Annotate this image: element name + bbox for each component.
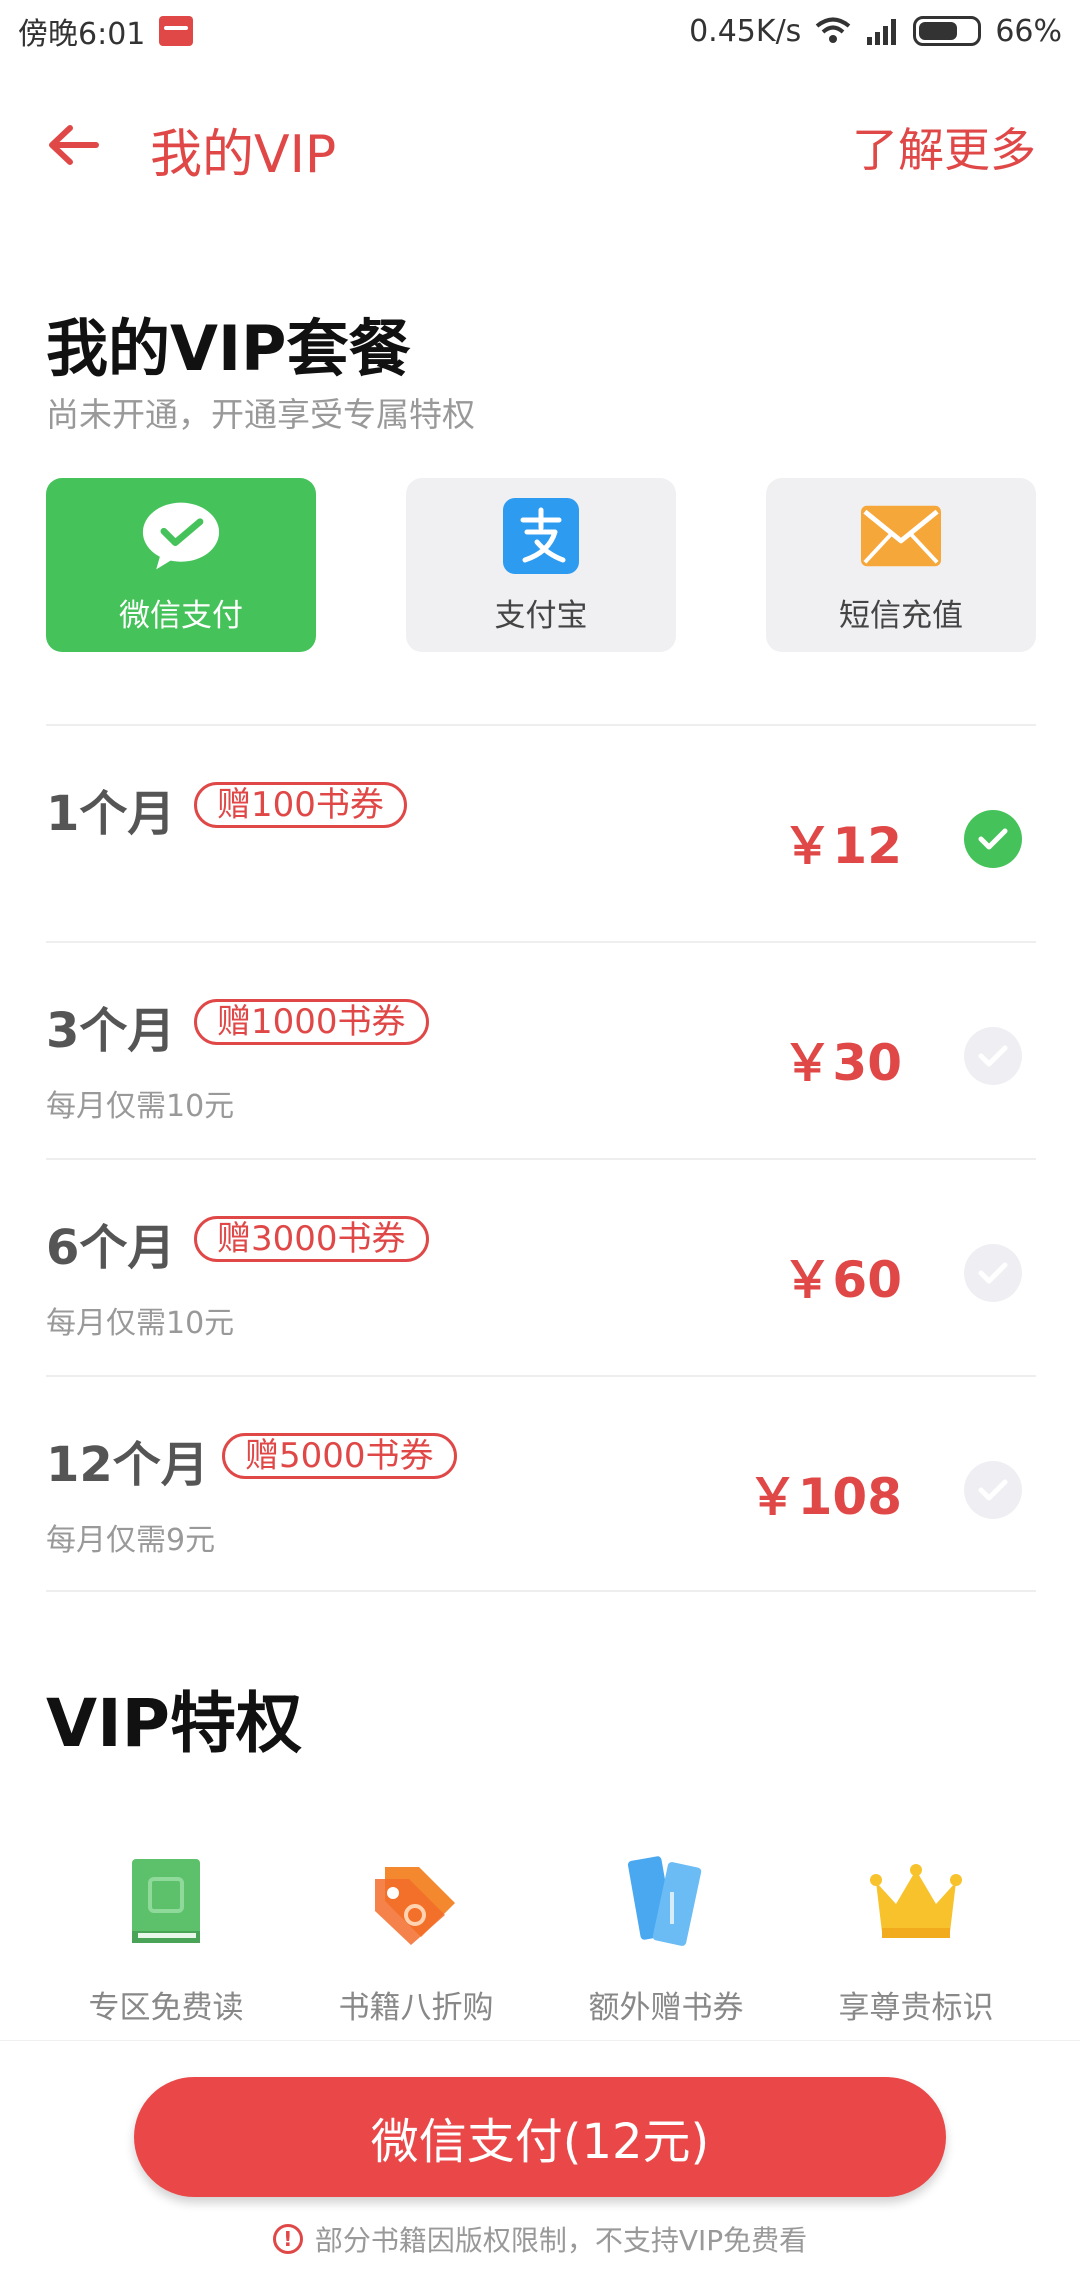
- gift-coupon-badge: 赠1000书券: [194, 999, 429, 1045]
- plan-12-months[interactable]: 12个月 赠5000书券 每月仅需9元 ￥108: [46, 1375, 1036, 1592]
- plan-note: 每月仅需10元: [46, 1089, 235, 1124]
- learn-more-link[interactable]: 了解更多: [852, 114, 1036, 180]
- alipay-icon: [501, 496, 581, 576]
- vip-package-subtitle: 尚未开通，开通享受专属特权: [46, 395, 475, 434]
- plan-note: 每月仅需9元: [46, 1523, 216, 1558]
- plan-1-month[interactable]: 1个月 赠100书券 ￥12: [46, 724, 1036, 941]
- vip-plan-list: 1个月 赠100书券 ￥12 3个月 赠1000书券 每月仅需10元 ￥30 6…: [46, 724, 1036, 1592]
- status-bar-right: 0.45K/s 66%: [689, 14, 1062, 49]
- copyright-notice-text: 部分书籍因版权限制，不支持VIP免费看: [314, 2224, 808, 2257]
- plan-6-months[interactable]: 6个月 赠3000书券 每月仅需10元 ￥60: [46, 1158, 1036, 1375]
- sms-envelope-icon: [861, 496, 941, 576]
- payment-wechat-label: 微信支付: [119, 597, 243, 634]
- app-header: 我的VIP 了解更多: [0, 90, 1080, 200]
- gift-coupon-badge: 赠5000书券: [222, 1433, 457, 1479]
- selected-check-icon[interactable]: [964, 810, 1022, 868]
- status-bar-left: 傍晚6:01: [18, 9, 194, 53]
- crown-icon: [866, 1852, 966, 1952]
- plan-price: ￥12: [782, 817, 902, 875]
- payment-alipay-label: 支付宝: [494, 597, 588, 634]
- privilege-item: 额外赠书券: [546, 1852, 786, 2027]
- discount-tag-icon: [366, 1852, 466, 1952]
- unselected-check-icon[interactable]: [964, 1027, 1022, 1085]
- battery-icon: [913, 16, 982, 46]
- privilege-label: 额外赠书券: [588, 1990, 744, 2026]
- plan-name: 3个月: [46, 1003, 176, 1059]
- plan-price: ￥30: [782, 1034, 902, 1092]
- status-bar: 傍晚6:01 0.45K/s 66%: [0, 0, 1080, 62]
- gift-coupon-badge: 赠100书券: [194, 782, 407, 828]
- vip-privileges-list: 专区免费读 书籍八折购 额外赠书券 享尊贵标识: [46, 1852, 1036, 2027]
- privilege-item: 专区免费读: [46, 1852, 286, 2027]
- plan-name: 12个月: [46, 1437, 209, 1493]
- payment-wechat-button[interactable]: 微信支付: [46, 478, 316, 652]
- gift-coupon-badge: 赠3000书券: [194, 1216, 429, 1262]
- signal-icon: [867, 19, 897, 45]
- network-speed: 0.45K/s: [689, 13, 802, 49]
- vip-privileges-title: VIP特权: [46, 1685, 303, 1762]
- privilege-item: 享尊贵标识: [796, 1852, 1036, 2027]
- plan-note: 每月仅需10元: [46, 1306, 235, 1341]
- privilege-label: 专区免费读: [88, 1990, 244, 2026]
- unselected-check-icon[interactable]: [964, 1244, 1022, 1302]
- payment-methods: 微信支付 支付宝 短信充值: [46, 478, 1036, 652]
- app-notification-icon: [159, 16, 194, 46]
- page-title: 我的VIP: [150, 125, 337, 185]
- wifi-icon: [816, 17, 851, 43]
- plan-name: 1个月: [46, 786, 176, 842]
- privilege-item: 书籍八折购: [296, 1852, 536, 2027]
- warning-icon: !: [272, 2224, 303, 2254]
- plan-price: ￥60: [782, 1251, 902, 1309]
- privilege-label: 享尊贵标识: [838, 1990, 994, 2026]
- payment-sms-button[interactable]: 短信充值: [766, 478, 1036, 652]
- battery-level: 66%: [995, 13, 1062, 49]
- plan-3-months[interactable]: 3个月 赠1000书券 每月仅需10元 ￥30: [46, 941, 1036, 1158]
- unselected-check-icon[interactable]: [964, 1461, 1022, 1519]
- payment-alipay-button[interactable]: 支付宝: [406, 478, 676, 652]
- status-time: 傍晚6:01: [18, 17, 146, 52]
- free-book-icon: [116, 1852, 216, 1952]
- plan-name: 6个月: [46, 1220, 176, 1276]
- vip-package-title: 我的VIP套餐: [46, 312, 411, 385]
- wechat-icon: [141, 496, 221, 576]
- bottom-bar: 微信支付(12元) ! 部分书籍因版权限制，不支持VIP免费看: [0, 2040, 1080, 2271]
- back-arrow-icon[interactable]: [44, 120, 104, 170]
- privilege-label: 书籍八折购: [338, 1990, 494, 2026]
- pay-now-button[interactable]: 微信支付(12元): [134, 2077, 946, 2197]
- payment-sms-label: 短信充值: [839, 597, 963, 634]
- plan-price: ￥108: [747, 1468, 902, 1526]
- copyright-notice: ! 部分书籍因版权限制，不支持VIP免费看: [0, 2219, 1080, 2259]
- coupon-ticket-icon: [616, 1852, 716, 1952]
